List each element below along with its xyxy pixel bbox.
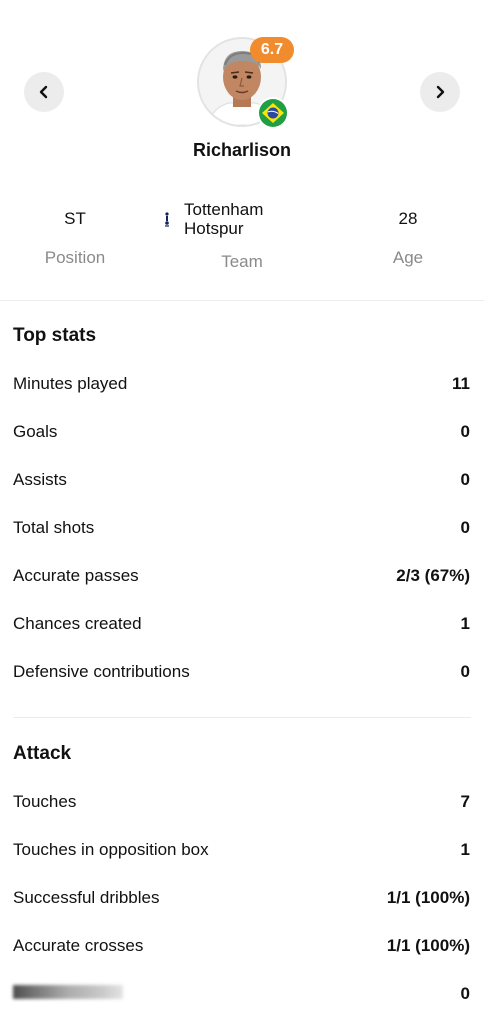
stat-label: Accurate passes	[13, 566, 139, 585]
stat-label: Total shots	[13, 518, 95, 537]
stat-label: Successful dribbles	[13, 888, 160, 907]
stat-row: Defensive contributions 0	[0, 648, 484, 696]
stat-label: Goals	[13, 422, 58, 441]
player-rating-badge: 6.7	[250, 37, 294, 63]
previous-player-button[interactable]	[24, 72, 64, 112]
stat-row: Accurate passes 2/3 (67%)	[0, 552, 484, 600]
stat-value: 1	[460, 840, 470, 859]
stat-row: Accurate crosses 1/1 (100%)	[0, 922, 484, 970]
stat-row: Successful dribbles 1/1 (100%)	[0, 874, 484, 922]
stat-row: Chances created 1	[0, 600, 484, 648]
age-info: 28 Age	[358, 198, 458, 268]
section-divider	[13, 717, 471, 718]
attack-section: Attack Touches 7 Touches in opposition b…	[0, 730, 484, 1018]
chevron-left-icon	[39, 85, 48, 99]
stat-label: Defensive contributions	[13, 662, 190, 681]
stat-value: 0	[460, 984, 470, 1003]
stat-label: Chances created	[13, 614, 142, 633]
stat-row: Touches in opposition box 1	[0, 826, 484, 874]
stat-value: 1/1 (100%)	[386, 936, 470, 955]
age-label: Age	[392, 248, 424, 267]
team-label: Team	[221, 252, 263, 271]
stat-value: 0	[460, 662, 470, 681]
section-title-top-stats: Top stats	[13, 325, 97, 346]
stat-value: 11	[452, 374, 470, 393]
stat-row: Touches 7	[0, 778, 484, 826]
stat-label: Assists	[13, 470, 67, 489]
top-stats-section: Top stats Minutes played 11 Goals 0 Assi…	[0, 312, 484, 696]
stat-value: 0	[460, 518, 470, 537]
stat-row: Minutes played 11	[0, 360, 484, 408]
stat-value: 0	[460, 470, 470, 489]
team-name-line1: Tottenham	[184, 200, 264, 219]
obscured-text	[13, 985, 123, 999]
player-avatar-group: 6.7	[197, 37, 294, 129]
stat-label: Minutes played	[13, 374, 128, 393]
stat-row: Total shots 0	[0, 504, 484, 552]
stat-value: 7	[460, 792, 470, 811]
team-name-line2: Hotspur	[184, 219, 244, 238]
stat-label: Accurate crosses	[13, 936, 144, 955]
stat-value: 1/1 (100%)	[386, 888, 470, 907]
position-value: ST	[64, 209, 86, 228]
header-divider	[0, 300, 484, 301]
stat-value: 0	[460, 422, 470, 441]
tottenham-crest-icon	[160, 210, 174, 228]
player-name: Richarlison	[192, 140, 292, 160]
team-name[interactable]: Tottenham Hotspur	[184, 200, 263, 238]
position-label: Position	[44, 248, 106, 267]
stat-value: 2/3 (67%)	[396, 566, 470, 585]
player-header: 6.7 Richarlison ST Position Tottenham Ho…	[0, 0, 484, 301]
team-info[interactable]: Tottenham Hotspur Team	[150, 198, 334, 272]
position-info: ST Position	[25, 198, 125, 268]
stat-label-obscured	[13, 984, 123, 1004]
chevron-right-icon	[436, 85, 445, 99]
stat-value: 1	[460, 614, 470, 633]
next-player-button[interactable]	[420, 72, 460, 112]
brazil-flag-icon	[257, 97, 289, 129]
age-value: 28	[398, 209, 418, 228]
stat-row: 0	[0, 970, 484, 1018]
team-value[interactable]: Tottenham Hotspur	[150, 198, 334, 240]
stat-label: Touches in opposition box	[13, 840, 209, 859]
stat-row: Assists 0	[0, 456, 484, 504]
section-title-attack: Attack	[13, 743, 72, 764]
stat-label: Touches	[13, 792, 77, 811]
stat-row: Goals 0	[0, 408, 484, 456]
